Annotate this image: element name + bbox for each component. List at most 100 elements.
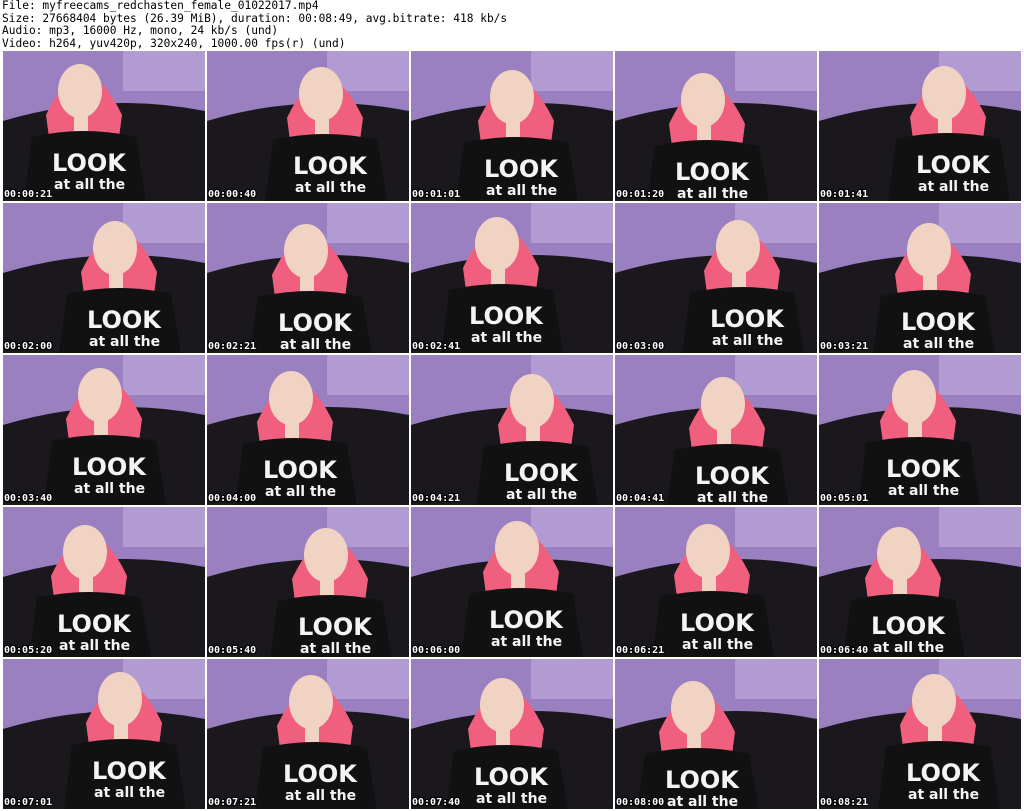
video-thumbnail: LOOK at all the 00:01:01 [411, 51, 613, 201]
shirt-text-small: at all the [667, 794, 738, 809]
shirt-text-small: at all the [697, 490, 768, 505]
video-thumbnail: LOOK at all the 00:02:00 [3, 203, 205, 353]
shirt-text-small: at all the [300, 641, 371, 657]
shirt-text-look: LOOK [293, 152, 368, 180]
shirt-text-small: at all the [918, 179, 989, 195]
video-thumbnail: LOOK at all the 00:06:40 [819, 507, 1021, 657]
video-thumbnail: LOOK at all the 00:04:21 [411, 355, 613, 505]
video-thumbnail: LOOK at all the 00:03:21 [819, 203, 1021, 353]
shirt-text-look: LOOK [474, 763, 549, 791]
thumbnail-timestamp: 00:00:40 [208, 189, 257, 200]
frame-image: LOOKat all the [3, 659, 205, 809]
shirt-text-small: at all the [74, 481, 145, 497]
thumbnail-timestamp: 00:07:01 [4, 797, 53, 808]
shirt-text-look: LOOK [52, 149, 127, 177]
frame-image: LOOKat all the [819, 51, 1021, 201]
video-thumbnail: LOOK at all the 00:00:40 [207, 51, 409, 201]
shirt-text-small: at all the [712, 333, 783, 349]
shirt-text-look: LOOK [87, 306, 162, 334]
frame-image: LOOKat all the [411, 507, 613, 657]
shirt-text-look: LOOK [484, 155, 559, 183]
thumbnail-timestamp: 00:07:40 [412, 797, 461, 808]
video-thumbnail: LOOK at all the 00:07:21 [207, 659, 409, 809]
frame-image: LOOKat all the [615, 203, 817, 353]
shirt-text-small: at all the [491, 634, 562, 650]
thumbnail-timestamp: 00:06:40 [820, 645, 869, 656]
shirt-text-look: LOOK [695, 462, 770, 490]
shirt-text-small: at all the [486, 183, 557, 199]
shirt-text-look: LOOK [665, 766, 740, 794]
shirt-text-look: LOOK [886, 455, 961, 483]
thumbnail-timestamp: 00:01:41 [820, 189, 869, 200]
shirt-text-look: LOOK [57, 610, 132, 638]
video-thumbnail: LOOK at all the 00:02:21 [207, 203, 409, 353]
file-line: File: myfreecams_redchasten_female_01022… [2, 0, 319, 12]
shirt-text-look: LOOK [906, 759, 981, 787]
frame-image: LOOKat all the [819, 355, 1021, 505]
shirt-text-look: LOOK [871, 612, 946, 640]
shirt-text-small: at all the [285, 788, 356, 804]
shirt-text-small: at all the [677, 186, 748, 201]
shirt-text-look: LOOK [298, 613, 373, 641]
thumbnail-timestamp: 00:06:21 [616, 645, 665, 656]
thumbnail-timestamp: 00:08:00 [616, 797, 665, 808]
thumbnail-timestamp: 00:04:21 [412, 493, 461, 504]
thumbnail-timestamp: 00:01:01 [412, 189, 461, 200]
frame-image: LOOKat all the [3, 203, 205, 353]
shirt-text-small: at all the [265, 484, 336, 500]
thumbnail-timestamp: 00:06:00 [412, 645, 461, 656]
shirt-text-small: at all the [908, 787, 979, 803]
shirt-text-small: at all the [873, 640, 944, 656]
frame-image: LOOKat all the [819, 203, 1021, 353]
frame-image: LOOKat all the [207, 507, 409, 657]
frame-image: LOOKat all the [411, 659, 613, 809]
video-thumbnail: LOOK at all the 00:06:21 [615, 507, 817, 657]
frame-image: LOOKat all the [3, 51, 205, 201]
shirt-text-small: at all the [506, 487, 577, 503]
thumbnail-timestamp: 00:07:21 [208, 797, 257, 808]
shirt-text-small: at all the [89, 334, 160, 350]
shirt-text-look: LOOK [469, 302, 544, 330]
thumbnail-timestamp: 00:02:21 [208, 341, 257, 352]
frame-image: LOOKat all the [411, 203, 613, 353]
frame-image: LOOKat all the [207, 659, 409, 809]
thumbnail-timestamp: 00:05:01 [820, 493, 869, 504]
shirt-text-small: at all the [682, 637, 753, 653]
video-thumbnail: LOOK at all the 00:07:40 [411, 659, 613, 809]
thumbnail-timestamp: 00:01:20 [616, 189, 665, 200]
thumbnail-timestamp: 00:02:41 [412, 341, 461, 352]
video-thumbnail: LOOK at all the 00:04:00 [207, 355, 409, 505]
file-info-header: File: myfreecams_redchasten_female_01022… [2, 0, 507, 50]
video-thumbnail: LOOK at all the 00:05:20 [3, 507, 205, 657]
frame-image: LOOKat all the [207, 203, 409, 353]
shirt-text-look: LOOK [916, 151, 991, 179]
thumbnail-timestamp: 00:04:41 [616, 493, 665, 504]
shirt-text-small: at all the [54, 177, 125, 193]
frame-image: LOOKat all the [615, 507, 817, 657]
thumbnail-timestamp: 00:03:00 [616, 341, 665, 352]
frame-image: LOOKat all the [615, 659, 817, 809]
video-thumbnail: LOOK at all the 00:01:41 [819, 51, 1021, 201]
shirt-text-small: at all the [903, 336, 974, 352]
video-thumbnail: LOOK at all the 00:08:21 [819, 659, 1021, 809]
frame-image: LOOKat all the [3, 507, 205, 657]
shirt-text-small: at all the [471, 330, 542, 346]
video-line: Video: h264, yuv420p, 320x240, 1000.00 f… [2, 36, 346, 50]
frame-image: LOOKat all the [819, 659, 1021, 809]
shirt-text-small: at all the [476, 791, 547, 807]
shirt-text-look: LOOK [283, 760, 358, 788]
shirt-text-look: LOOK [901, 308, 976, 336]
frame-image: LOOKat all the [207, 51, 409, 201]
shirt-text-look: LOOK [92, 757, 167, 785]
shirt-text-look: LOOK [278, 309, 353, 337]
shirt-text-small: at all the [295, 180, 366, 196]
shirt-text-look: LOOK [504, 459, 579, 487]
shirt-text-look: LOOK [72, 453, 147, 481]
shirt-text-look: LOOK [675, 158, 750, 186]
shirt-text-small: at all the [94, 785, 165, 801]
thumbnail-timestamp: 00:04:00 [208, 493, 257, 504]
thumbnail-grid: LOOK at all the 00:00:21 LOOK at all the 00:0… [3, 51, 1021, 809]
thumbnail-timestamp: 00:00:21 [4, 189, 53, 200]
shirt-text-small: at all the [280, 337, 351, 353]
frame-image: LOOKat all the [615, 355, 817, 505]
